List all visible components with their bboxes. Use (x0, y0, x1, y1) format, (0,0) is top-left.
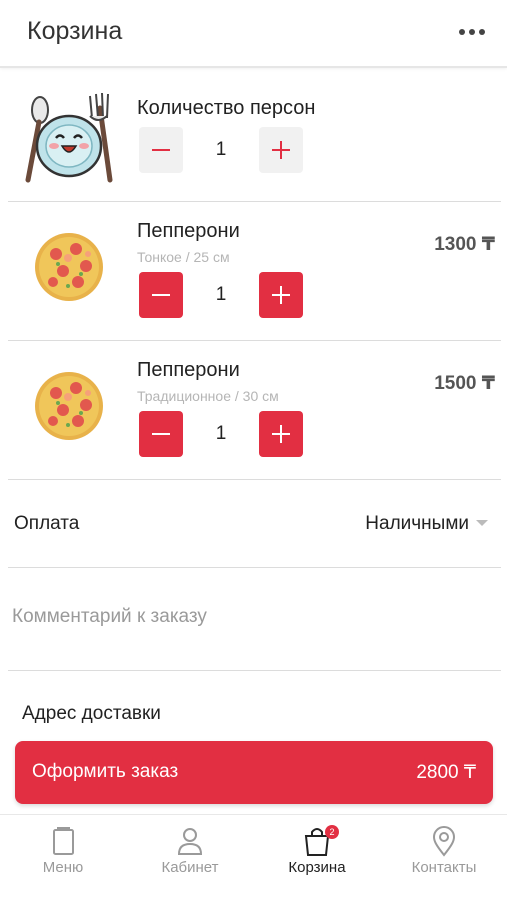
tab-account[interactable]: Кабинет (127, 815, 253, 891)
item-quantity: 1 (215, 423, 227, 444)
divider (8, 479, 501, 480)
tab-label: Меню (42, 859, 84, 876)
plate-mascot-icon (25, 92, 113, 183)
item-increase-button[interactable] (259, 411, 303, 457)
tab-label: Кабинет (161, 859, 219, 876)
checkout-button[interactable]: Оформить заказ 2800 ₸ (15, 741, 493, 804)
item-name: Пепперони (137, 359, 240, 381)
tab-label: Корзина (288, 859, 346, 876)
persons-quantity: 1 (215, 139, 227, 160)
item-stepper: 1 (139, 272, 303, 318)
more-horizontal-icon[interactable] (459, 29, 485, 35)
tab-cart[interactable]: 2 Корзина (254, 815, 380, 891)
page-title: Корзина (27, 17, 123, 45)
persons-title: Количество персон (137, 97, 316, 119)
cart-count-badge: 2 (325, 825, 339, 839)
persons-stepper: 1 (139, 127, 303, 173)
item-decrease-button[interactable] (139, 272, 183, 318)
item-quantity: 1 (215, 284, 227, 305)
payment-value[interactable]: Наличными (365, 513, 469, 535)
address-label: Адрес доставки (22, 703, 161, 724)
tab-label: Контакты (411, 859, 477, 876)
item-decrease-button[interactable] (139, 411, 183, 457)
item-name: Пепперони (137, 220, 240, 242)
divider (8, 670, 501, 671)
tab-contacts[interactable]: Контакты (381, 815, 507, 891)
pizza-image (35, 233, 103, 301)
bottom-spacer (0, 888, 507, 900)
tab-menu[interactable]: Меню (0, 815, 126, 891)
item-price: 1300 ₸ (434, 234, 495, 255)
divider (8, 567, 501, 568)
item-variant: Тонкое / 25 см (137, 249, 230, 265)
menu-book-icon (53, 827, 74, 855)
caret-down-icon[interactable] (476, 520, 488, 526)
persons-row: Количество персон 1 (0, 68, 507, 201)
user-icon (177, 828, 203, 855)
item-variant: Традиционное / 30 см (137, 388, 279, 404)
cart-item: Пепперони Тонкое / 25 см 1300 ₸ 1 (0, 202, 507, 340)
checkout-total: 2800 ₸ (416, 762, 476, 783)
payment-label: Оплата (14, 513, 80, 534)
persons-increase-button[interactable] (259, 127, 303, 173)
cart-item: Пепперони Традиционное / 30 см 1500 ₸ 1 (0, 341, 507, 479)
item-stepper: 1 (139, 411, 303, 457)
item-increase-button[interactable] (259, 272, 303, 318)
top-bar: Корзина (0, 0, 507, 68)
checkout-label: Оформить заказ (32, 761, 179, 782)
bottom-tab-bar: Меню Кабинет 2 Корзина Контакты (0, 814, 507, 890)
location-pin-icon (432, 826, 456, 857)
item-price: 1500 ₸ (434, 373, 495, 394)
pizza-image (35, 372, 103, 440)
comment-input[interactable] (12, 600, 492, 634)
persons-decrease-button[interactable] (139, 127, 183, 173)
